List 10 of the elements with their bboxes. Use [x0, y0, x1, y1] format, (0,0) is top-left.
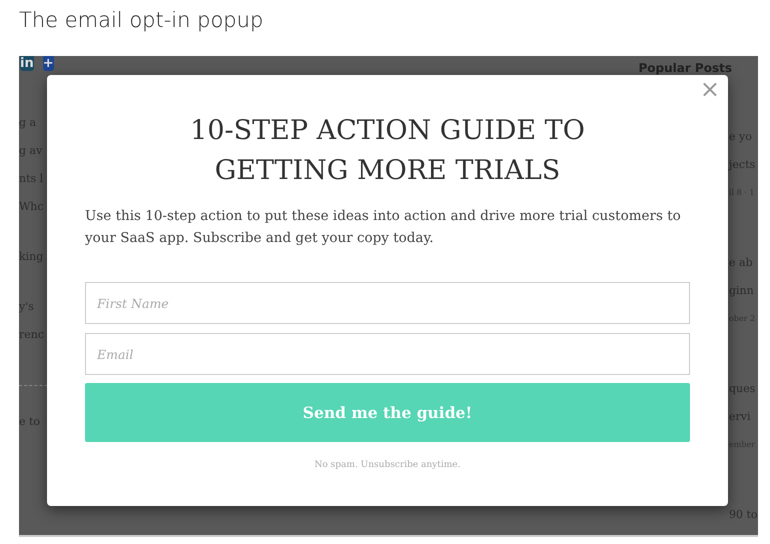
caption: The email opt-in popup: [19, 7, 264, 34]
popup-text: Use this 10-step action to put these ideas into action and drive more trial customers to your SaaS app. Subscribe and get your copy today.: [85, 207, 682, 248]
input-field[interactable]: First Name: [85, 282, 690, 324]
share-button[interactable]: in: [20, 56, 34, 71]
spam-note: No spam. Unsubscribe anytime.: [314, 460, 462, 470]
input-field[interactable]: Email: [85, 333, 690, 375]
share-button[interactable]: +: [42, 56, 54, 71]
popup-title: 10-STEP ACTION GUIDE TO GETTING MORE TRIALS: [189, 114, 586, 188]
send-button[interactable]: Send me the guide!: [85, 383, 690, 442]
close-button[interactable]: ×: [698, 77, 722, 101]
